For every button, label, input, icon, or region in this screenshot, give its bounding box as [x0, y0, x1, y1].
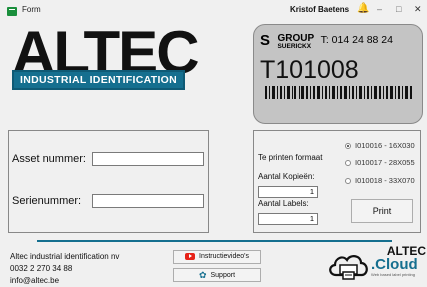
format-option-28x055[interactable]: I010017 - 28X055: [345, 154, 415, 172]
labels-input[interactable]: 1: [258, 213, 318, 225]
support-button[interactable]: ✿ Support: [173, 268, 261, 282]
support-label: Support: [210, 271, 236, 279]
maximize-button[interactable]: □: [396, 4, 401, 14]
label-phone: T: 014 24 88 24: [320, 34, 393, 46]
window-title: Form: [22, 5, 41, 14]
instruction-video-button[interactable]: Instructievideo's: [173, 250, 261, 264]
cloud-brand-name: .Cloud: [371, 256, 418, 273]
copies-input[interactable]: 1: [258, 186, 318, 198]
format-option-16x030[interactable]: I010016 - 16X030: [345, 137, 415, 155]
radio-icon[interactable]: [345, 159, 351, 166]
barcode-image: [265, 86, 412, 99]
format-option-33x070[interactable]: I010018 - 33X070: [345, 172, 415, 190]
app-form-icon: [7, 7, 17, 16]
gear-icon: ✿: [198, 270, 207, 280]
youtube-icon: [185, 252, 195, 260]
cloud-icon: [329, 255, 368, 280]
altec-cloud-brand: ALTEC .Cloud Web based label printing: [371, 245, 426, 277]
serial-number-label: Serienummer:: [12, 195, 82, 207]
format-label: Te printen formaat: [258, 153, 323, 162]
asset-number-input[interactable]: [92, 152, 204, 166]
company-phone: 0032 2 270 34 88: [10, 264, 73, 273]
copies-label: Aantal Kopieën:: [258, 172, 315, 181]
asset-panel: Asset nummer: Serienummer:: [8, 130, 209, 233]
label-id: T101008: [260, 56, 359, 84]
radio-icon[interactable]: [345, 177, 351, 184]
label-header: S GROUP SUERICKX T: 014 24 88 24: [260, 32, 393, 52]
company-email: info@altec.be: [10, 276, 60, 285]
radio-selected-icon[interactable]: [345, 142, 351, 149]
footer-divider: [37, 240, 392, 242]
company-name: Altec industrial identification nv: [10, 252, 120, 261]
user-name: Kristof Baetens: [290, 5, 350, 14]
altec-logo-tagline: INDUSTRIAL IDENTIFICATION: [19, 74, 178, 86]
instruction-video-label: Instructievideo's: [199, 253, 249, 260]
print-button[interactable]: Print: [351, 199, 413, 223]
serial-number-input[interactable]: [92, 194, 204, 208]
minimize-button[interactable]: –: [377, 4, 382, 14]
label-preview: S GROUP SUERICKX T: 014 24 88 24 T101008: [253, 24, 423, 124]
close-button[interactable]: ✕: [414, 4, 422, 15]
print-panel: Te printen formaat Aantal Kopieën: 1 Aan…: [253, 130, 421, 233]
group-subname: SUERICKX: [277, 43, 312, 50]
bell-icon[interactable]: 🔔: [357, 3, 369, 14]
cloud-brand-tagline: Web based label printing: [371, 272, 415, 277]
altec-logo-banner: INDUSTRIAL IDENTIFICATION: [12, 70, 185, 90]
altec-logo: ALTEC INDUSTRIAL IDENTIFICATION: [12, 23, 200, 95]
asset-number-label: Asset nummer:: [12, 153, 86, 165]
labels-label: Aantal Labels:: [258, 199, 309, 208]
group-text: GROUP SUERICKX: [277, 34, 314, 50]
group-logo: S: [260, 32, 271, 49]
